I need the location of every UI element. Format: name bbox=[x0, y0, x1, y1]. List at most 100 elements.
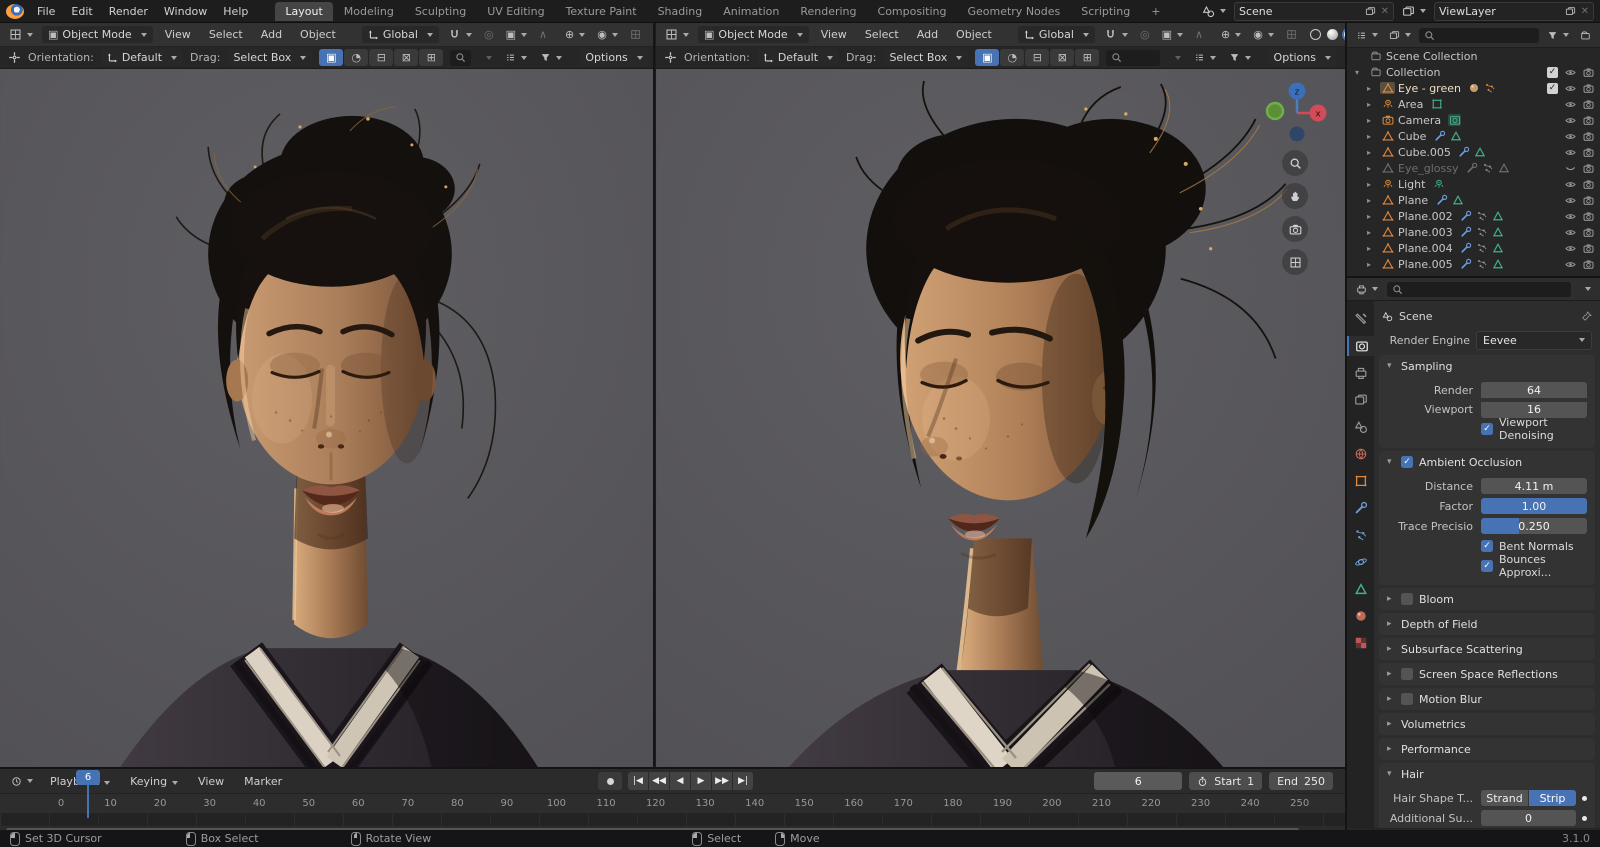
volumetrics-panel-header[interactable]: ▸ Volumetrics bbox=[1379, 713, 1595, 735]
hide-viewport-toggle[interactable] bbox=[1565, 131, 1576, 142]
outliner-row-object[interactable]: ▸ Area bbox=[1347, 96, 1600, 112]
ao-trace-precision-slider[interactable]: 0.250 bbox=[1481, 518, 1587, 534]
options-dropdown[interactable]: Options bbox=[1267, 49, 1337, 66]
show-overlays-icon[interactable]: ◉ bbox=[594, 26, 621, 43]
expand-icon[interactable]: ▸ bbox=[1367, 196, 1380, 205]
zoom-view-icon[interactable] bbox=[1282, 150, 1308, 176]
select-intersect-button[interactable]: ⊞ bbox=[419, 49, 444, 66]
menu-window[interactable]: Window bbox=[157, 3, 214, 20]
ambient-occlusion-panel-header[interactable]: ▾ ✓ Ambient Occlusion bbox=[1379, 451, 1595, 473]
expand-icon[interactable]: ▸ bbox=[1367, 244, 1380, 253]
new-scene-icon[interactable] bbox=[1365, 6, 1376, 17]
tab-layout[interactable]: Layout bbox=[275, 1, 333, 21]
menu-view[interactable]: View bbox=[815, 26, 853, 43]
hidden-eye-icon[interactable] bbox=[1565, 163, 1576, 174]
expand-icon[interactable]: ▾ bbox=[1355, 68, 1368, 77]
ao-distance-field[interactable]: 4.11 m bbox=[1481, 478, 1587, 494]
current-frame-field[interactable]: 6 bbox=[1094, 772, 1183, 790]
orientation-dropdown[interactable]: Global bbox=[1017, 26, 1095, 43]
bounces-approximation-checkbox[interactable]: ✓ bbox=[1481, 560, 1493, 572]
tool-search-input[interactable] bbox=[450, 49, 472, 66]
hide-viewport-toggle[interactable] bbox=[1565, 83, 1576, 94]
display-mode-icon[interactable] bbox=[1353, 27, 1381, 44]
exclude-checkbox[interactable]: ✓ bbox=[1547, 66, 1558, 78]
expand-icon[interactable]: ▸ bbox=[1367, 132, 1380, 141]
menu-edit[interactable]: Edit bbox=[64, 3, 99, 20]
hide-viewport-toggle[interactable] bbox=[1565, 195, 1576, 206]
show-gizmo-icon[interactable]: ⊕ bbox=[1218, 26, 1244, 43]
select-extend-button[interactable]: ◔ bbox=[344, 49, 369, 66]
drag-mode-dropdown[interactable]: Select Box bbox=[227, 49, 313, 66]
scene-selector[interactable]: Scene ✕ bbox=[1234, 1, 1394, 21]
outliner-row-object[interactable]: ▸ Plane.002 bbox=[1347, 208, 1600, 224]
tab-render[interactable] bbox=[1347, 336, 1374, 356]
filter-objects-icon[interactable] bbox=[1386, 27, 1414, 44]
disable-render-toggle[interactable] bbox=[1583, 243, 1594, 254]
view-object-types-icon[interactable] bbox=[502, 49, 530, 66]
keying-menu[interactable]: Keying bbox=[124, 773, 184, 790]
tab-view-layer[interactable] bbox=[1347, 390, 1374, 410]
outliner-row-object[interactable]: ▸ Cube bbox=[1347, 128, 1600, 144]
tool-orientation-dropdown[interactable]: Default bbox=[100, 49, 184, 66]
outliner-filter-icon[interactable] bbox=[1544, 27, 1572, 44]
expand-icon[interactable]: ▸ bbox=[1367, 164, 1380, 173]
hide-viewport-toggle[interactable] bbox=[1565, 211, 1576, 222]
bloom-checkbox[interactable] bbox=[1401, 593, 1413, 605]
hair-additional-subdiv-field[interactable]: 0 bbox=[1481, 810, 1576, 826]
proportional-edit-icon[interactable]: ◎ bbox=[1137, 26, 1153, 43]
proportional-edit-icon[interactable]: ◎ bbox=[481, 26, 497, 43]
unlink-scene-icon[interactable]: ✕ bbox=[1381, 6, 1389, 17]
pan-view-icon[interactable] bbox=[1282, 183, 1308, 209]
outliner-row-object[interactable]: ▸ Camera bbox=[1347, 112, 1600, 128]
solid-shading-icon[interactable] bbox=[1325, 27, 1340, 42]
timeline-editor-type-icon[interactable] bbox=[8, 773, 36, 790]
menu-add[interactable]: Add bbox=[255, 26, 288, 43]
snap-magnet-icon[interactable] bbox=[445, 26, 475, 43]
view-object-types-icon[interactable] bbox=[1191, 49, 1219, 66]
wireframe-shading-icon[interactable] bbox=[1308, 27, 1323, 42]
animate-property-icon[interactable] bbox=[1582, 795, 1587, 801]
exclude-checkbox[interactable]: ✓ bbox=[1547, 82, 1558, 94]
depth-of-field-panel-header[interactable]: ▸ Depth of Field bbox=[1379, 613, 1595, 635]
auto-keying-button[interactable] bbox=[598, 772, 622, 790]
options-dropdown[interactable]: Options bbox=[579, 49, 649, 66]
sampling-render-field[interactable]: 64 bbox=[1481, 382, 1587, 398]
editor-type-button[interactable] bbox=[6, 26, 36, 43]
viewport-denoising-checkbox[interactable]: ✓ bbox=[1481, 423, 1493, 435]
expand-icon[interactable]: ▸ bbox=[1367, 228, 1380, 237]
toggle-xray-icon[interactable] bbox=[1283, 26, 1300, 43]
orientation-dropdown[interactable]: Global bbox=[361, 26, 439, 43]
hide-viewport-toggle[interactable] bbox=[1565, 243, 1576, 254]
tab-geometry-nodes[interactable]: Geometry Nodes bbox=[957, 2, 1070, 21]
drag-mode-dropdown[interactable]: Select Box bbox=[883, 49, 969, 66]
expand-icon[interactable]: ▸ bbox=[1367, 260, 1380, 269]
outliner-row-collection[interactable]: ▾ Collection ✓ bbox=[1347, 64, 1600, 80]
expand-icon[interactable]: ▸ bbox=[1367, 180, 1380, 189]
select-intersect-button[interactable]: ⊞ bbox=[1075, 49, 1100, 66]
motion-blur-panel-header[interactable]: ▸ Motion Blur bbox=[1379, 688, 1595, 710]
hide-viewport-toggle[interactable] bbox=[1565, 259, 1576, 270]
play-reverse-button[interactable]: ◀ bbox=[670, 772, 690, 790]
tab-material[interactable] bbox=[1347, 606, 1374, 626]
subsurface-scattering-panel-header[interactable]: ▸ Subsurface Scattering bbox=[1379, 638, 1595, 660]
menu-select[interactable]: Select bbox=[203, 26, 249, 43]
disable-render-toggle[interactable] bbox=[1583, 83, 1594, 94]
disable-render-toggle[interactable] bbox=[1583, 211, 1594, 222]
end-frame-field[interactable]: End 250 bbox=[1269, 772, 1333, 790]
performance-panel-header[interactable]: ▸ Performance bbox=[1379, 738, 1595, 760]
scene-browse-icon[interactable] bbox=[1202, 5, 1226, 18]
hide-viewport-toggle[interactable] bbox=[1565, 115, 1576, 126]
editor-type-button[interactable] bbox=[662, 26, 692, 43]
disable-render-toggle[interactable] bbox=[1583, 179, 1594, 190]
outliner-row-object[interactable]: ▸ Eye - green ✓ bbox=[1347, 80, 1600, 96]
ao-factor-slider[interactable]: 1.00 bbox=[1481, 498, 1587, 514]
hide-viewport-toggle[interactable] bbox=[1565, 67, 1576, 78]
sampling-panel-header[interactable]: ▾ Sampling bbox=[1379, 355, 1595, 377]
expand-icon[interactable]: ▸ bbox=[1367, 116, 1380, 125]
tab-texture-paint[interactable]: Texture Paint bbox=[556, 2, 647, 21]
play-button[interactable]: ▶ bbox=[691, 772, 711, 790]
add-workspace-button[interactable]: + bbox=[1141, 2, 1170, 21]
select-subtract-button[interactable]: ⊟ bbox=[369, 49, 394, 66]
show-gizmo-icon[interactable]: ⊕ bbox=[562, 26, 588, 43]
ambient-occlusion-checkbox[interactable]: ✓ bbox=[1401, 456, 1413, 468]
